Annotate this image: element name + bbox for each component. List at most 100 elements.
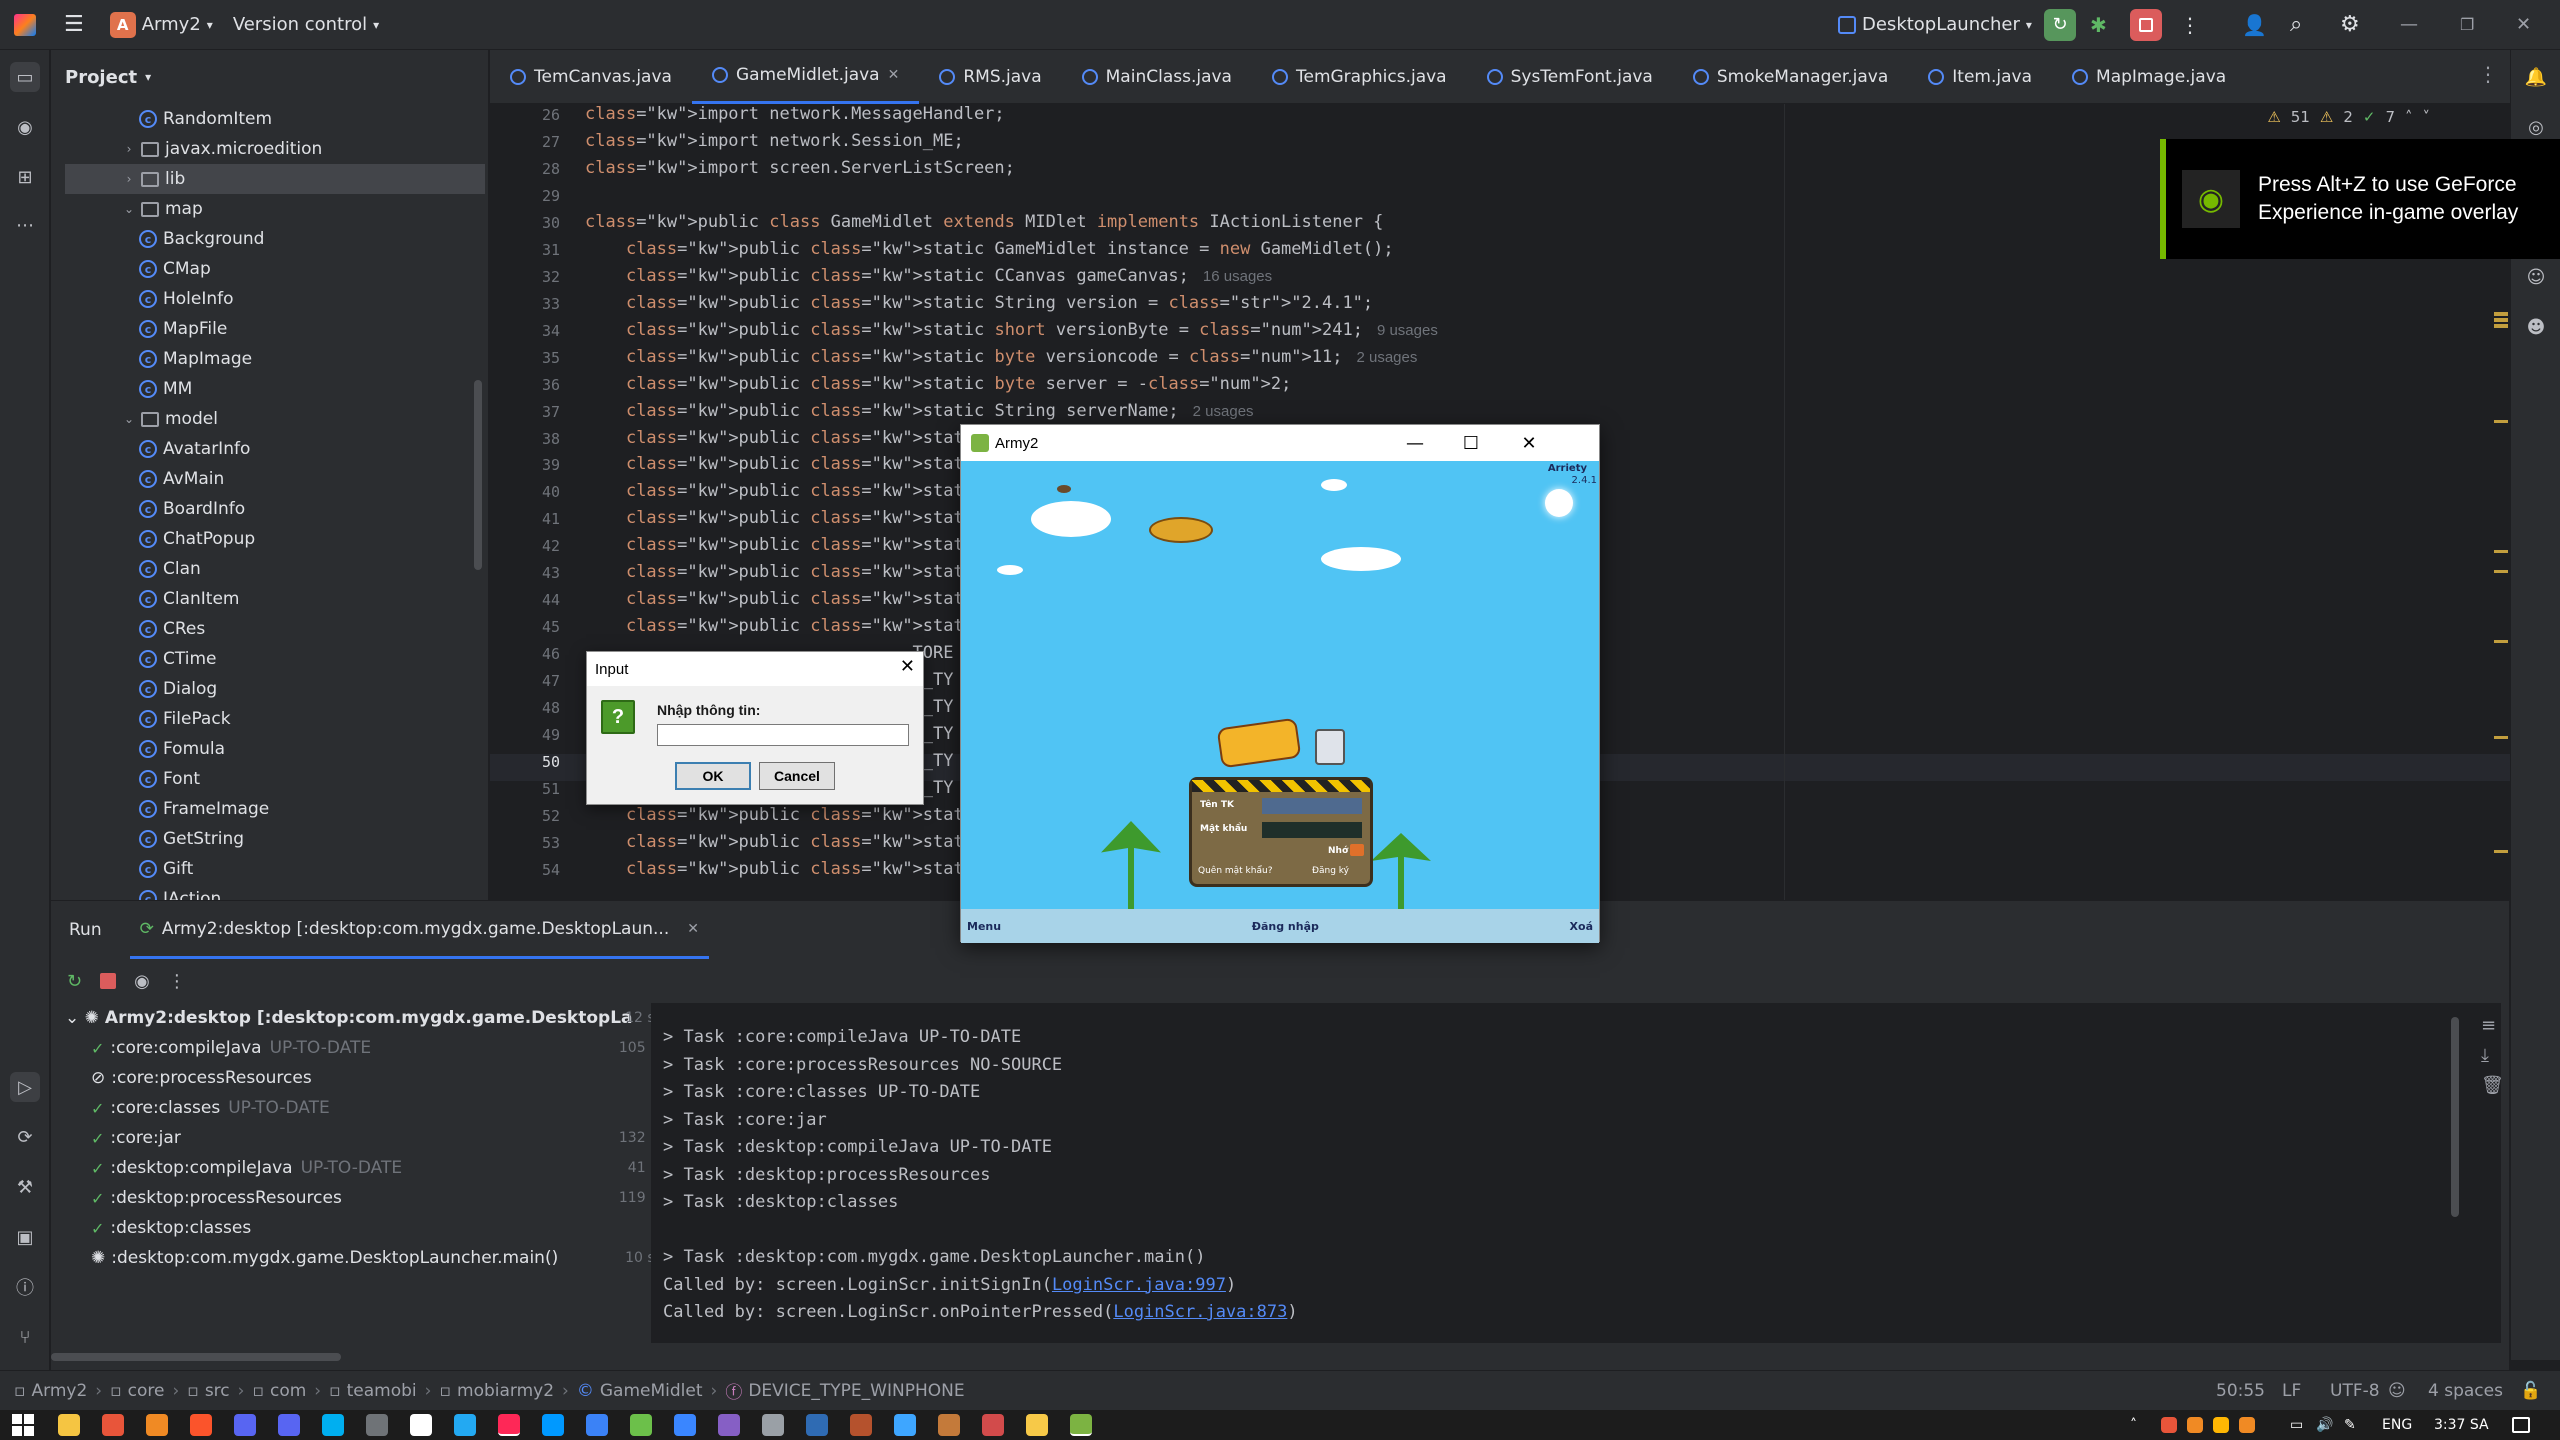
app-icon[interactable] xyxy=(102,1414,124,1436)
run-task-row[interactable]: ✓:core:compileJava UP-TO-DATE 105 ms xyxy=(91,1033,681,1063)
breadcrumb-item[interactable]: ▫ mobiarmy2 xyxy=(439,1381,554,1401)
scroll-to-end-icon[interactable]: ⤓ xyxy=(2481,1045,2489,1066)
tree-package-item[interactable]: › lib xyxy=(65,164,485,194)
tree-class-item[interactable]: c Background xyxy=(139,224,264,254)
tree-class-item[interactable]: c BoardInfo xyxy=(139,494,245,524)
stack-trace-link[interactable]: LoginScr.java:997 xyxy=(1052,1275,1226,1295)
notepad-icon[interactable] xyxy=(630,1414,652,1436)
copilot-chat-icon[interactable]: ☻ xyxy=(2521,312,2551,342)
editor-tab[interactable]: RMS.java xyxy=(919,50,1061,104)
tree-class-item[interactable]: c FrameImage xyxy=(139,794,269,824)
tree-package-item[interactable]: ⌄ map xyxy=(121,194,203,224)
game-canvas[interactable]: Arriety 2.4.1 Tên TK Mật khẩu Nhớ Quên m… xyxy=(961,461,1599,943)
editor-tab[interactable]: MainClass.java xyxy=(1062,50,1252,104)
run-console[interactable]: > Task :core:compileJava UP-TO-DATE > Tas… xyxy=(651,1003,2501,1343)
structure-icon[interactable]: ⊞ xyxy=(10,162,40,192)
tree-class-item[interactable]: c ChatPopup xyxy=(139,524,255,554)
tree-class-item[interactable]: c MM xyxy=(139,374,192,404)
rerun-button[interactable]: ↻ xyxy=(2044,8,2076,41)
services-icon[interactable]: ◉ xyxy=(10,112,40,142)
run-tree-scrollbar[interactable] xyxy=(51,1353,341,1361)
vcs-widget[interactable]: Version control ▾ xyxy=(233,14,379,35)
run-task-row[interactable]: ✺:desktop:com.mygdx.game.DesktopLauncher… xyxy=(91,1243,681,1273)
visual-studio-icon[interactable] xyxy=(718,1414,740,1436)
stop-icon[interactable] xyxy=(100,973,117,989)
tree-package-item[interactable]: ⌄ model xyxy=(121,404,218,434)
username-field[interactable] xyxy=(1262,798,1362,814)
main-menu-icon[interactable]: ☰ xyxy=(64,12,84,37)
menu-softkey[interactable]: Menu xyxy=(967,920,1001,933)
clear-softkey[interactable]: Xoá xyxy=(1570,920,1593,933)
copilot-icon[interactable]: ☺ xyxy=(2521,262,2551,292)
tray-clock[interactable]: 3:37 SA xyxy=(2434,1417,2489,1433)
search-app-icon[interactable] xyxy=(146,1414,168,1436)
app-icon[interactable] xyxy=(1026,1414,1048,1436)
tree-package-item[interactable]: › javax.microedition xyxy=(121,134,323,164)
breadcrumb-item[interactable]: ▫ core xyxy=(110,1381,164,1401)
tree-class-item[interactable]: c Clan xyxy=(139,554,201,584)
notifications-bell-icon[interactable]: 🔔 xyxy=(2521,62,2551,92)
breadcrumb-item[interactable]: ▫ Army2 xyxy=(14,1381,87,1401)
project-folder-icon[interactable]: ▭ xyxy=(10,62,40,92)
notification-center-icon[interactable] xyxy=(2512,1417,2530,1433)
tray-app-icon[interactable] xyxy=(2213,1417,2229,1433)
editor-tabs-more-icon[interactable]: ⋮ xyxy=(2478,62,2498,86)
usages-hint[interactable]: 2 usages xyxy=(1193,403,1254,420)
console-vertical-scrollbar[interactable] xyxy=(2451,1017,2459,1217)
chevron-right-icon[interactable]: › xyxy=(121,172,137,186)
dialog-titlebar[interactable]: Input xyxy=(587,652,923,686)
more-vertical-icon[interactable]: ⋮ xyxy=(2180,13,2200,37)
breadcrumb-item[interactable]: © GameMidlet xyxy=(577,1381,703,1401)
trash-icon[interactable]: 🗑 xyxy=(2481,1075,2504,1096)
breadcrumb-item[interactable]: ▫ src xyxy=(187,1381,229,1401)
virtualbox-icon[interactable] xyxy=(806,1414,828,1436)
vscode-icon[interactable] xyxy=(454,1414,476,1436)
problems-icon[interactable]: ⓘ xyxy=(10,1272,40,1302)
run-config-selector[interactable]: DesktopLauncher ▾ xyxy=(1838,14,2032,35)
run-config-tab[interactable]: ⟳ Army2:desktop [:desktop:com.mygdx.game… xyxy=(129,901,709,959)
tray-pen-icon[interactable]: ✎ xyxy=(2344,1417,2356,1433)
ai-assistant-icon[interactable]: ◎ xyxy=(2521,112,2551,142)
chevron-right-icon[interactable]: › xyxy=(121,142,137,156)
close-window-button[interactable]: ✕ xyxy=(1501,425,1557,461)
tree-class-item[interactable]: c CMap xyxy=(139,254,211,284)
ok-button[interactable]: OK xyxy=(675,762,751,790)
project-scrollbar[interactable] xyxy=(474,380,482,570)
stop-button[interactable] xyxy=(2130,8,2162,41)
debug-tool-icon[interactable]: ⟳ xyxy=(10,1122,40,1152)
build-hammer-icon[interactable]: ⚒ xyxy=(10,1172,40,1202)
chevron-down-icon[interactable]: ˅ xyxy=(2423,108,2431,126)
run-tab[interactable]: Run xyxy=(65,920,106,940)
unity-icon[interactable] xyxy=(410,1414,432,1436)
minimize-window-button[interactable]: — xyxy=(1387,425,1443,461)
lock-icon[interactable]: 🔓 xyxy=(2520,1381,2541,1401)
tree-class-item[interactable]: c CRes xyxy=(139,614,205,644)
cancel-button[interactable]: Cancel xyxy=(759,762,835,790)
run-task-row[interactable]: ⌄ ✺ Army2:desktop [:desktop:com.mygdx.gam… xyxy=(65,1003,671,1033)
file-explorer-icon[interactable] xyxy=(58,1414,80,1436)
remember-checkbox[interactable] xyxy=(1350,844,1364,856)
editor-tab[interactable]: SmokeManager.java xyxy=(1673,50,1908,104)
breadcrumb-item[interactable]: ⓕ DEVICE_TYPE_WINPHONE xyxy=(725,1378,964,1404)
minimize-window-button[interactable]: — xyxy=(2400,14,2418,35)
tree-class-item[interactable]: c CTime xyxy=(139,644,216,674)
app-icon[interactable] xyxy=(938,1414,960,1436)
tree-class-item[interactable]: c AvMain xyxy=(139,464,224,494)
chevron-down-icon[interactable]: ⌄ xyxy=(121,202,137,216)
tree-class-item[interactable]: c Fomula xyxy=(139,734,225,764)
brave-browser-icon[interactable] xyxy=(190,1414,212,1436)
tray-network-icon[interactable]: ▭ xyxy=(2290,1417,2303,1433)
tree-class-item[interactable]: c AvatarInfo xyxy=(139,434,250,464)
tray-language[interactable]: ENG xyxy=(2382,1417,2412,1433)
register-link[interactable]: Đăng ký xyxy=(1312,866,1349,876)
more-vertical-icon[interactable]: ⋮ xyxy=(168,971,186,992)
editor-tab[interactable]: GameMidlet.java ✕ xyxy=(691,49,920,104)
editor-tab[interactable]: MapImage.java xyxy=(2052,50,2246,104)
close-icon[interactable]: ✕ xyxy=(900,656,915,677)
run-task-row[interactable]: ✓:desktop:compileJava UP-TO-DATE 41 ms xyxy=(91,1153,681,1183)
search-icon[interactable]: ⌕ xyxy=(2290,12,2302,37)
stack-trace-link[interactable]: LoginScr.java:873 xyxy=(1113,1302,1287,1322)
tree-class-item[interactable]: c Gift xyxy=(139,854,193,884)
copilot-status-icon[interactable]: ☺ xyxy=(2388,1381,2406,1401)
forgot-password-link[interactable]: Quên mật khẩu? xyxy=(1198,866,1272,876)
